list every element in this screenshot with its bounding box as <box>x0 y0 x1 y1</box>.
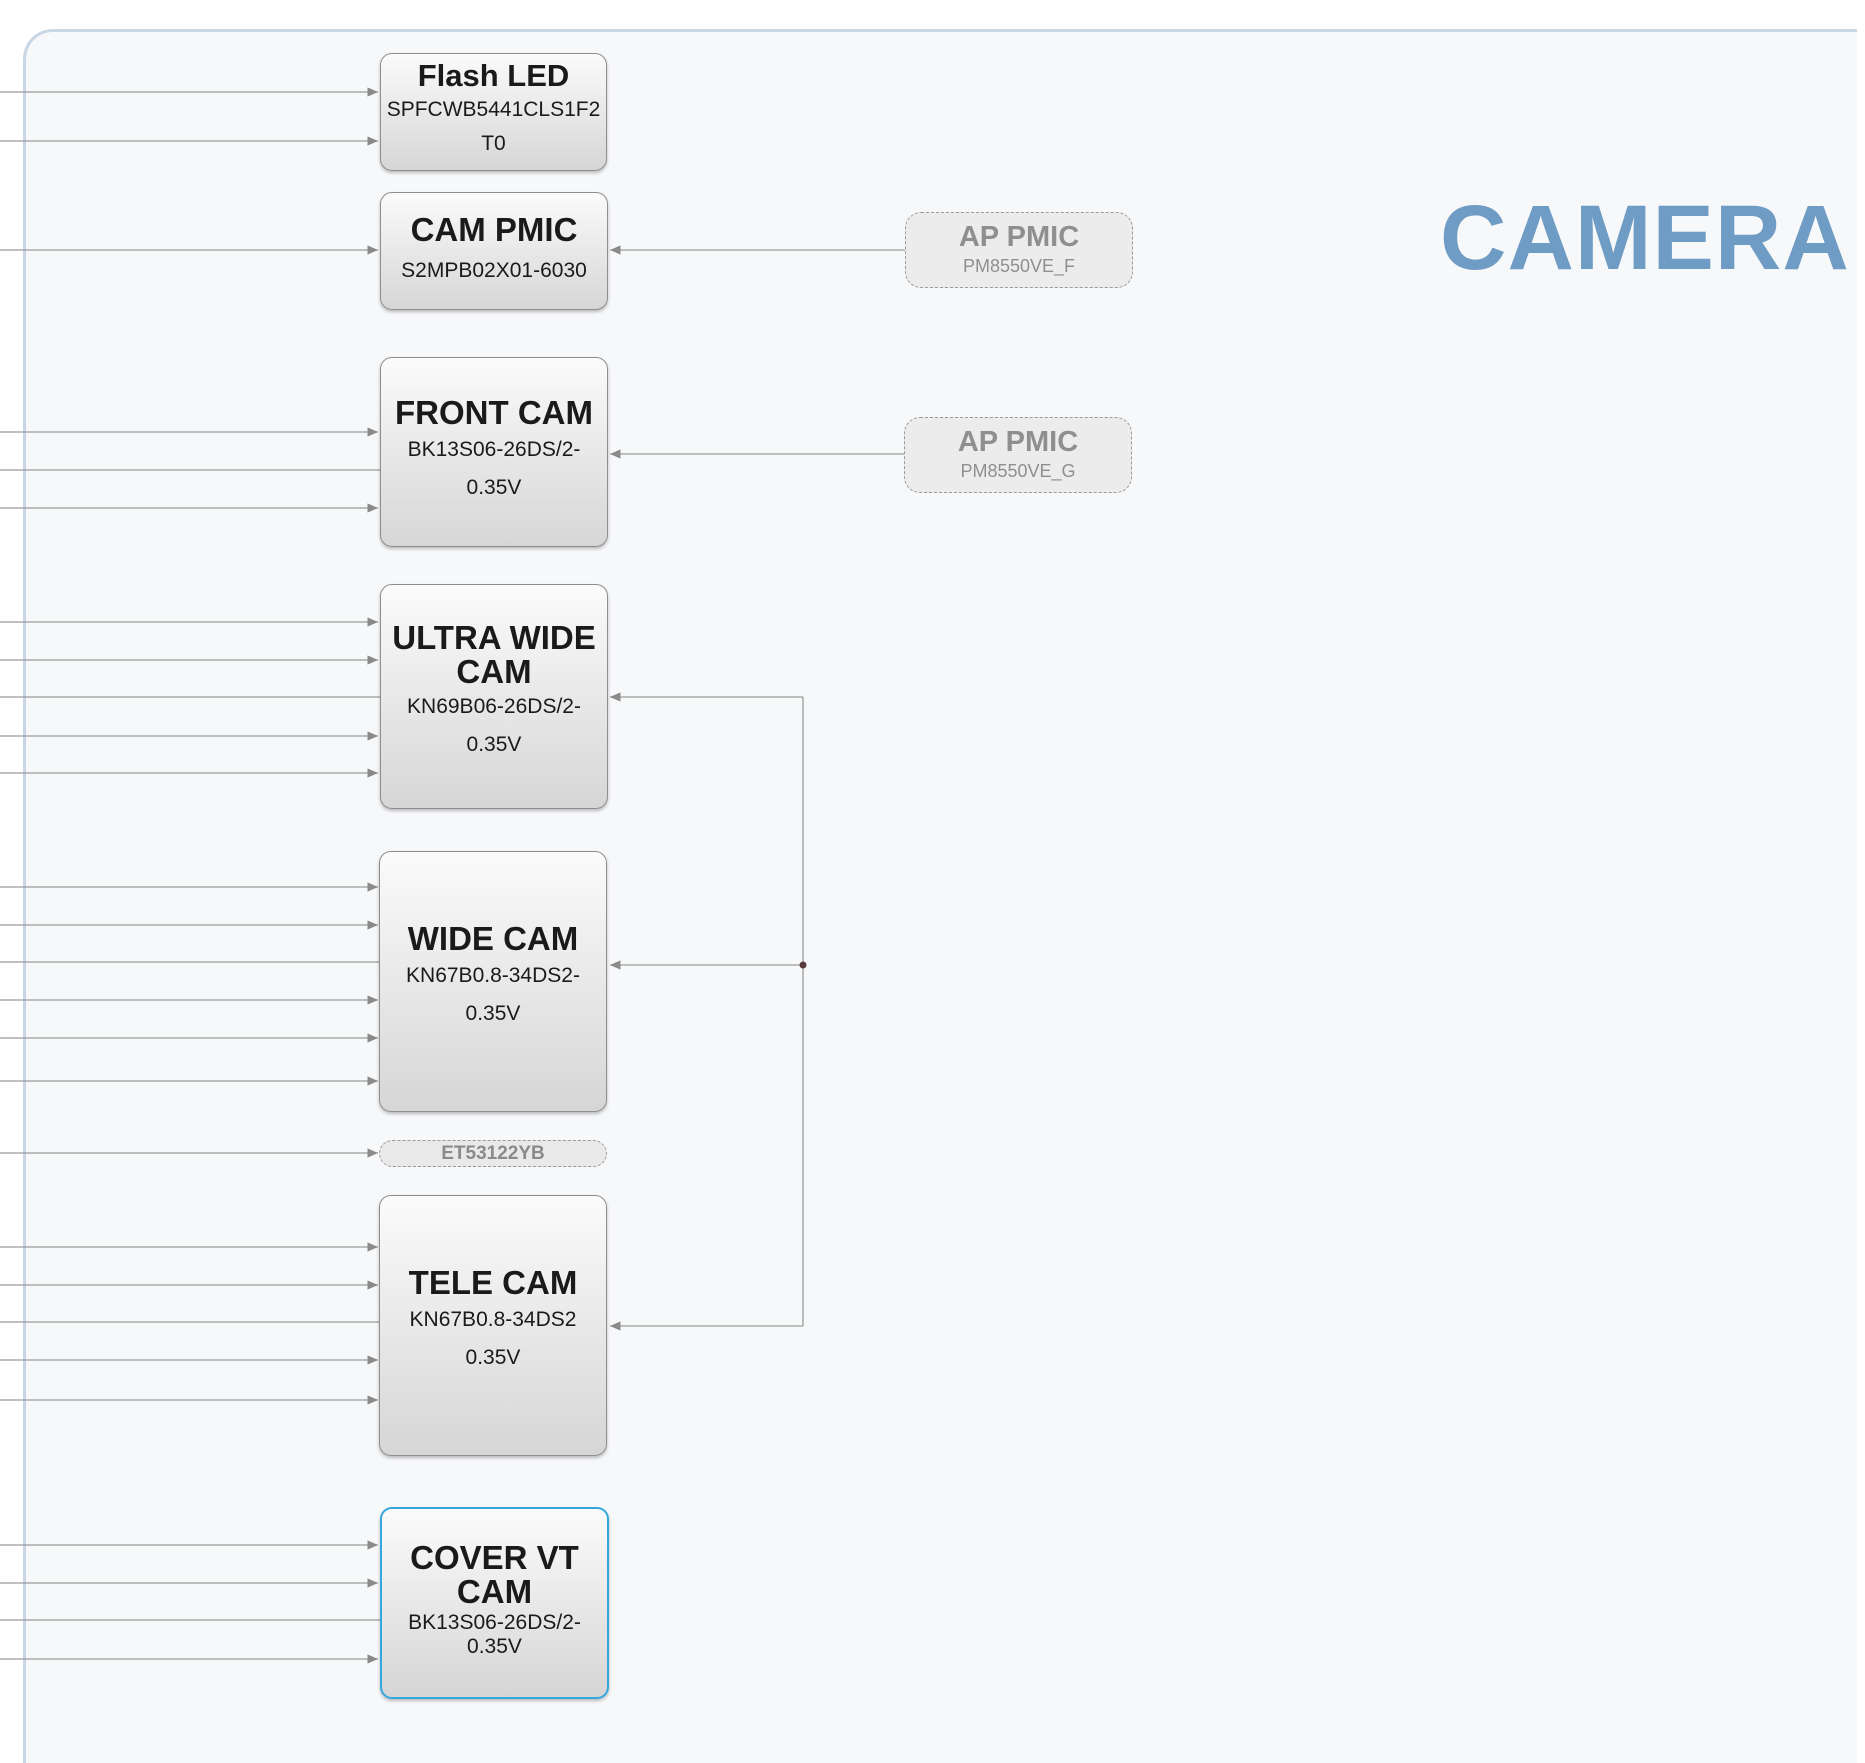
ultra-wide-title-line1: ULTRA WIDE <box>392 619 596 656</box>
cam-pmic-block[interactable]: CAM PMIC S2MPB02X01-6030 <box>380 192 608 310</box>
cover-vt-part-line1: BK13S06-26DS/2- <box>408 1611 581 1634</box>
ap-pmic-g-block[interactable]: AP PMIC PM8550VE_G <box>904 417 1132 493</box>
section-title: CAMERA <box>1440 187 1850 289</box>
front-cam-part-line2: 0.35V <box>466 476 522 499</box>
ap-pmic-f-part: PM8550VE_F <box>962 256 1076 276</box>
ap-pmic-f-title: AP PMIC <box>958 221 1080 253</box>
front-cam-part-line1: BK13S06-26DS/2- <box>407 438 581 461</box>
wide-cam-block[interactable]: WIDE CAM KN67B0.8-34DS2- 0.35V <box>379 851 607 1112</box>
ultra-wide-part-line1: KN69B06-26DS/2- <box>407 695 581 718</box>
wide-cam-part-line2: 0.35V <box>465 1002 521 1025</box>
et53122yb-block[interactable]: ET53122YB <box>379 1140 607 1167</box>
tele-cam-block[interactable]: TELE CAM KN67B0.8-34DS2 0.35V <box>379 1195 607 1456</box>
ultra-wide-part-line2: 0.35V <box>466 733 522 756</box>
wide-cam-title: WIDE CAM <box>407 920 579 957</box>
cover-vt-part-line2: 0.35V <box>467 1635 522 1658</box>
ap-pmic-f-block[interactable]: AP PMIC PM8550VE_F <box>905 212 1133 288</box>
cam-pmic-part: S2MPB02X01-6030 <box>401 259 587 282</box>
flash-led-part-line2: T0 <box>481 132 506 155</box>
wide-cam-part-line1: KN67B0.8-34DS2- <box>406 964 580 987</box>
cam-pmic-title: CAM PMIC <box>410 211 578 248</box>
flash-led-part-line1: SPFCWB5441CLS1F2 <box>386 98 601 121</box>
flash-led-block[interactable]: Flash LED SPFCWB5441CLS1F2 T0 <box>380 53 607 171</box>
ap-pmic-g-title: AP PMIC <box>957 426 1079 458</box>
front-cam-title: FRONT CAM <box>395 394 593 431</box>
bus-junction-dot <box>799 961 807 969</box>
ultra-wide-cam-block[interactable]: ULTRA WIDE CAM KN69B06-26DS/2- 0.35V <box>380 584 608 809</box>
cover-vt-title-line2: CAM <box>456 1573 533 1610</box>
front-cam-block[interactable]: FRONT CAM BK13S06-26DS/2- 0.35V <box>380 357 608 547</box>
ap-pmic-g-part: PM8550VE_G <box>960 461 1076 481</box>
cover-vt-cam-block[interactable]: COVER VT CAM BK13S06-26DS/2- 0.35V <box>380 1507 609 1699</box>
et53122yb-label: ET53122YB <box>441 1143 545 1164</box>
tele-cam-part-line2: 0.35V <box>465 1346 521 1369</box>
tele-cam-title: TELE CAM <box>408 1264 578 1301</box>
cover-vt-title-line1: COVER VT <box>410 1539 579 1576</box>
flash-led-title: Flash LED <box>417 58 570 93</box>
tele-cam-part-line1: KN67B0.8-34DS2 <box>409 1308 577 1331</box>
ultra-wide-title-line2: CAM <box>456 653 532 690</box>
